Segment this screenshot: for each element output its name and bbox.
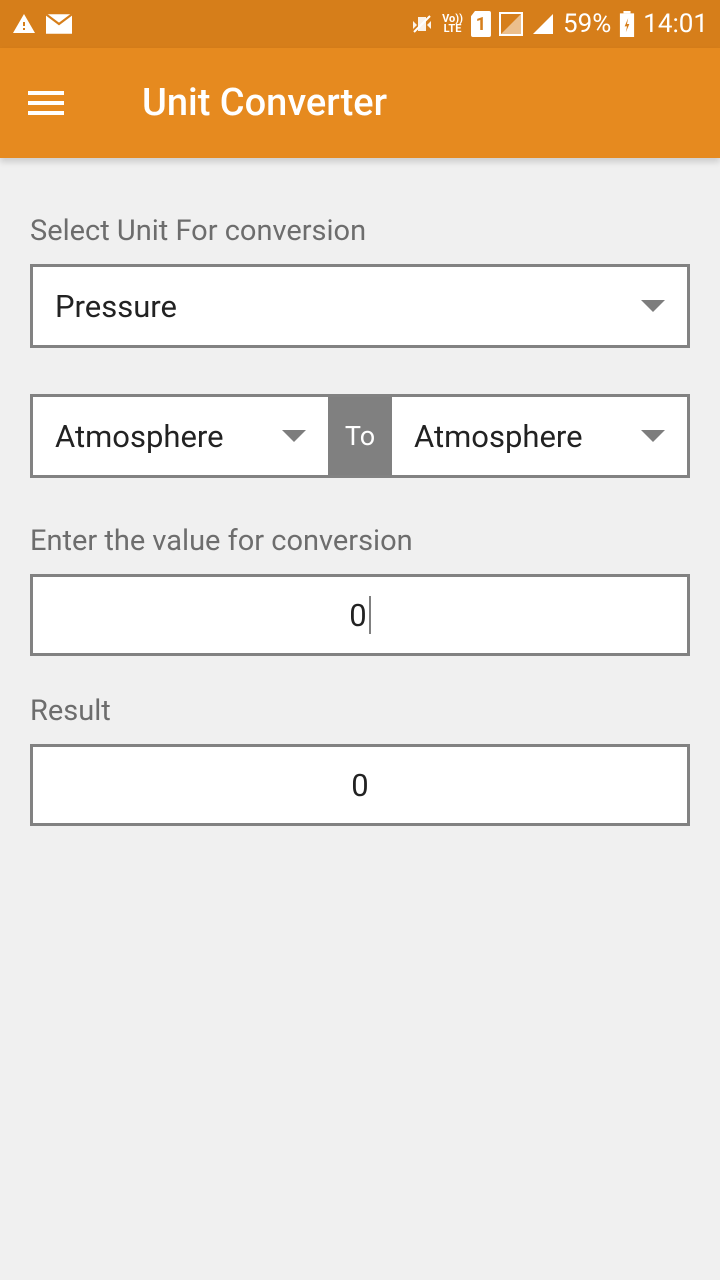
unit-category-value: Pressure	[55, 288, 641, 325]
text-cursor	[369, 596, 371, 634]
status-right-icons: Vo))LTE 1 59% 14:01	[410, 9, 708, 39]
input-value-text: 0	[349, 597, 366, 634]
battery-charging-icon	[619, 11, 635, 37]
page-title: Unit Converter	[142, 81, 387, 125]
conversion-row: Atmosphere To Atmosphere	[30, 394, 690, 478]
status-left-icons	[12, 12, 72, 36]
from-unit-dropdown[interactable]: Atmosphere	[33, 397, 328, 475]
value-input[interactable]: 0	[30, 574, 690, 656]
clock-time: 14:01	[643, 9, 708, 39]
app-bar: Unit Converter	[0, 48, 720, 158]
to-unit-dropdown[interactable]: Atmosphere	[392, 397, 687, 475]
warning-icon	[12, 12, 36, 36]
lte-icon: Vo))LTE	[442, 14, 463, 34]
result-label: Result	[30, 694, 690, 728]
from-unit-value: Atmosphere	[55, 418, 282, 455]
enter-value-label: Enter the value for conversion	[30, 524, 690, 558]
to-unit-value: Atmosphere	[414, 418, 641, 455]
unit-category-dropdown[interactable]: Pressure	[30, 264, 690, 348]
chevron-down-icon	[282, 430, 306, 442]
battery-percent: 59%	[563, 9, 611, 39]
signal-icon-2	[531, 12, 555, 36]
main-content: Select Unit For conversion Pressure Atmo…	[0, 158, 720, 826]
chevron-down-icon	[641, 300, 665, 312]
vibrate-icon	[410, 12, 434, 36]
select-unit-label: Select Unit For conversion	[30, 214, 690, 248]
menu-icon[interactable]	[28, 81, 64, 125]
to-label: To	[328, 397, 392, 475]
mail-icon	[46, 14, 72, 34]
chevron-down-icon	[641, 430, 665, 442]
sim-card-icon: 1	[471, 11, 491, 37]
status-bar: Vo))LTE 1 59% 14:01	[0, 0, 720, 48]
result-value-text: 0	[351, 767, 368, 804]
signal-icon-1	[499, 12, 523, 36]
lte-label: LTE	[444, 22, 462, 35]
result-output: 0	[30, 744, 690, 826]
